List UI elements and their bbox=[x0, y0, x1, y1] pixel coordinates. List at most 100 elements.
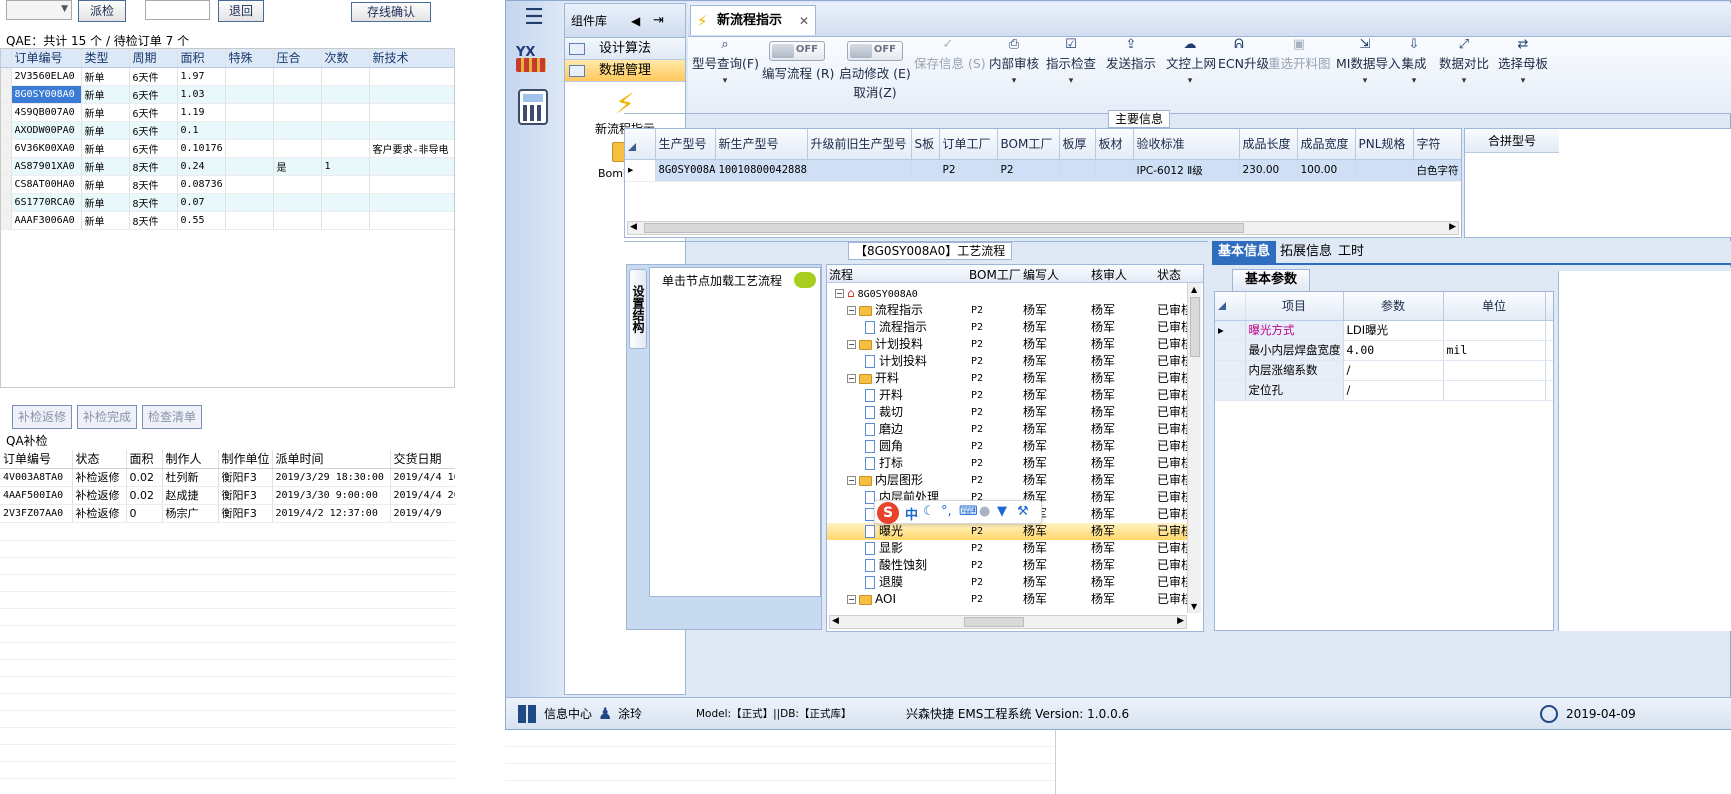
tree-node[interactable]: − 开料 P2 杨军 杨军 已审核 bbox=[827, 370, 1187, 387]
tree-column-header[interactable]: BOM工厂 bbox=[969, 266, 1021, 283]
nav-item-data-management[interactable]: 数据管理 bbox=[565, 60, 685, 82]
tree-node[interactable]: 裁切 P2 杨军 杨军 已审核 bbox=[827, 404, 1187, 421]
search-input[interactable] bbox=[145, 0, 210, 20]
table-row[interactable]: ▸ 曝光方式 LDI曝光 bbox=[1215, 320, 1553, 341]
tree-node[interactable]: 磨边 P2 杨军 杨军 已审核 bbox=[827, 421, 1187, 438]
column-header[interactable]: 板厚 bbox=[1059, 129, 1096, 160]
ribbon-button-8[interactable]: ᕱ ECN升级 bbox=[1218, 37, 1269, 72]
table-row[interactable]: 2V3560ELA0 新单 6天件 1.97 bbox=[1, 67, 454, 86]
info-h-scrollbar[interactable]: ◀ ▶ bbox=[627, 221, 1459, 235]
tree-node[interactable]: − 流程指示 P2 杨军 杨军 已审核 bbox=[827, 302, 1187, 319]
column-header[interactable]: 制作单位 bbox=[218, 450, 273, 469]
collapse-left-icon[interactable]: ◀ bbox=[631, 4, 640, 38]
qa-button-2[interactable]: 检查清单 bbox=[142, 405, 202, 429]
collapse-icon[interactable]: − bbox=[847, 340, 856, 349]
table-row[interactable]: 6S1770RCA0 新单 8天件 0.07 bbox=[1, 193, 454, 212]
table-row[interactable]: 内层涨缩系数 / bbox=[1215, 360, 1553, 381]
tree-node[interactable]: 退膜 P2 杨军 杨军 已审核 bbox=[827, 574, 1187, 591]
confirm-button[interactable]: 存线确认 bbox=[351, 2, 431, 22]
column-header[interactable]: 制作人 bbox=[162, 450, 219, 469]
ribbon-button-13[interactable]: ⇄ 选择母板 ▾ bbox=[1496, 37, 1550, 86]
tree-node[interactable]: 曝光 P2 杨军 杨军 已审核 bbox=[827, 523, 1187, 540]
scroll-thumb[interactable] bbox=[644, 223, 1244, 233]
tree-node[interactable]: − 内层图形 P2 杨军 杨军 已审核 bbox=[827, 472, 1187, 489]
table-cell[interactable]: 100.00 bbox=[1297, 159, 1356, 182]
keyboard-icon[interactable]: ⌨ bbox=[959, 504, 978, 519]
scroll-thumb[interactable] bbox=[964, 617, 1024, 627]
collapse-icon[interactable]: − bbox=[847, 306, 856, 315]
column-header[interactable]: 订单工厂 bbox=[939, 129, 998, 160]
qa-button-1[interactable]: 补检完成 bbox=[77, 405, 137, 429]
tree-node[interactable]: 流程指示 P2 杨军 杨军 已审核 bbox=[827, 319, 1187, 336]
table-cell[interactable]: 8G0SY008A0 bbox=[655, 159, 716, 182]
table-cell[interactable] bbox=[807, 159, 912, 182]
table-cell[interactable]: / bbox=[1343, 380, 1444, 401]
table-row[interactable]: 4V003A8TA0 补检返修 0.02 杜列新 衡阳F3 2019/3/29 18:30… bbox=[0, 468, 455, 487]
tree-node[interactable]: 显影 P2 杨军 杨军 已审核 bbox=[827, 540, 1187, 557]
table-row[interactable]: 4AAF500IA0 补检返修 0.02 赵成捷 衡阳F3 2019/3/30 9:00:… bbox=[0, 486, 455, 505]
tree-node[interactable]: − 计划投料 P2 杨军 杨军 已审核 bbox=[827, 336, 1187, 353]
chevron-down-icon[interactable]: ▾ bbox=[988, 76, 1040, 86]
tab-1[interactable]: 拓展信息 bbox=[1274, 241, 1338, 263]
tree-v-scrollbar[interactable]: ▲ ▼ bbox=[1187, 283, 1201, 613]
table-row[interactable]: 最小内层焊盘宽度 4.00 mil bbox=[1215, 340, 1553, 361]
ribbon-button-4[interactable]: ⎙ 内部审核 ▾ bbox=[988, 37, 1040, 86]
return-button[interactable]: 退回 bbox=[218, 0, 264, 22]
ribbon-button-3[interactable]: ✓ 保存信息 (S) bbox=[914, 37, 986, 72]
chevron-down-icon[interactable]: ▾ bbox=[1046, 76, 1096, 86]
chevron-down-icon[interactable]: ▾ bbox=[1166, 76, 1214, 86]
chevron-down-icon[interactable]: ▾ bbox=[1496, 76, 1550, 86]
tree-h-scrollbar[interactable]: ◀ ▶ bbox=[829, 615, 1187, 629]
scroll-left-icon[interactable]: ◀ bbox=[832, 616, 839, 626]
column-header[interactable]: 类型 bbox=[81, 49, 130, 68]
column-header[interactable]: 面积 bbox=[177, 49, 226, 68]
ribbon-button-12[interactable]: ⤢ 数据对比 ▾ bbox=[1438, 37, 1490, 86]
column-header[interactable]: 生产型号 bbox=[655, 129, 716, 160]
column-header[interactable]: 字符 bbox=[1413, 129, 1461, 160]
column-header[interactable]: 验收标准 bbox=[1133, 129, 1240, 160]
scroll-down-icon[interactable]: ▼ bbox=[1191, 602, 1197, 611]
table-cell[interactable] bbox=[1059, 159, 1096, 182]
column-header[interactable]: 项目 bbox=[1245, 292, 1344, 321]
scroll-up-icon[interactable]: ▲ bbox=[1191, 285, 1197, 294]
tree-root[interactable]: − ⌂ 8G0SY008A0 bbox=[827, 285, 1187, 302]
ribbon-button-9[interactable]: ▣ 重选开料图 bbox=[1268, 37, 1331, 72]
tree-node[interactable]: 打标 P2 杨军 杨军 已审核 bbox=[827, 455, 1187, 472]
table-row[interactable]: AXODW00PA0 新单 6天件 0.1 bbox=[1, 121, 454, 140]
grid-icon[interactable] bbox=[518, 705, 536, 723]
filter-combo[interactable]: ▼ bbox=[6, 0, 72, 20]
tree-node[interactable]: 圆角 P2 杨军 杨军 已审核 bbox=[827, 438, 1187, 455]
column-header[interactable]: 单位 bbox=[1443, 292, 1546, 321]
pin-icon[interactable]: ⇥ bbox=[653, 4, 664, 38]
table-row[interactable]: 定位孔 / bbox=[1215, 380, 1553, 401]
toggle-switch[interactable]: OFF bbox=[847, 41, 903, 61]
ribbon-button-5[interactable]: ☑ 指示检查 ▾ bbox=[1046, 37, 1096, 86]
close-icon[interactable]: ✕ bbox=[799, 6, 809, 36]
shirt-icon[interactable]: ▼ bbox=[997, 504, 1007, 519]
column-header[interactable]: 成品宽度 bbox=[1297, 129, 1356, 160]
ribbon-button-6[interactable]: ⇪ 发送指示 bbox=[1100, 37, 1162, 72]
collapse-icon[interactable]: − bbox=[847, 374, 856, 383]
column-header[interactable]: 特殊 bbox=[225, 49, 274, 68]
column-header[interactable]: 订单编号 bbox=[11, 49, 82, 68]
tree-column-header[interactable]: 编写人 bbox=[1023, 266, 1059, 283]
column-header[interactable]: 板材 bbox=[1095, 129, 1134, 160]
qa-button-0[interactable]: 补检返修 bbox=[12, 405, 72, 429]
table-row[interactable]: 2V3FZ07AA0 补检返修 0 杨宗广 衡阳F3 2019/4/2 12:37:00 2… bbox=[0, 504, 455, 523]
tree-column-header[interactable]: 状态 bbox=[1157, 266, 1181, 283]
tree-node[interactable]: − AOI P2 杨军 杨军 已审核 bbox=[827, 591, 1187, 608]
table-cell[interactable]: / bbox=[1343, 360, 1444, 381]
tab-basic-params[interactable]: 基本参数 bbox=[1232, 269, 1311, 291]
table-cell[interactable]: P2 bbox=[997, 159, 1060, 182]
table-cell[interactable]: 4.00 bbox=[1343, 340, 1444, 361]
scroll-thumb[interactable] bbox=[1190, 297, 1200, 357]
table-cell[interactable]: LDI曝光 bbox=[1343, 320, 1444, 341]
collapse-icon[interactable]: − bbox=[847, 595, 856, 604]
column-header[interactable]: 派单时间 bbox=[272, 450, 391, 469]
yx-logo-icon[interactable]: YX bbox=[516, 45, 550, 79]
calculator-icon[interactable] bbox=[518, 89, 548, 125]
column-header[interactable]: S板 bbox=[911, 129, 940, 160]
column-header[interactable]: 状态 bbox=[72, 450, 127, 469]
ime-mode[interactable]: 中 bbox=[905, 504, 918, 523]
table-cell[interactable]: P2 bbox=[939, 159, 998, 182]
